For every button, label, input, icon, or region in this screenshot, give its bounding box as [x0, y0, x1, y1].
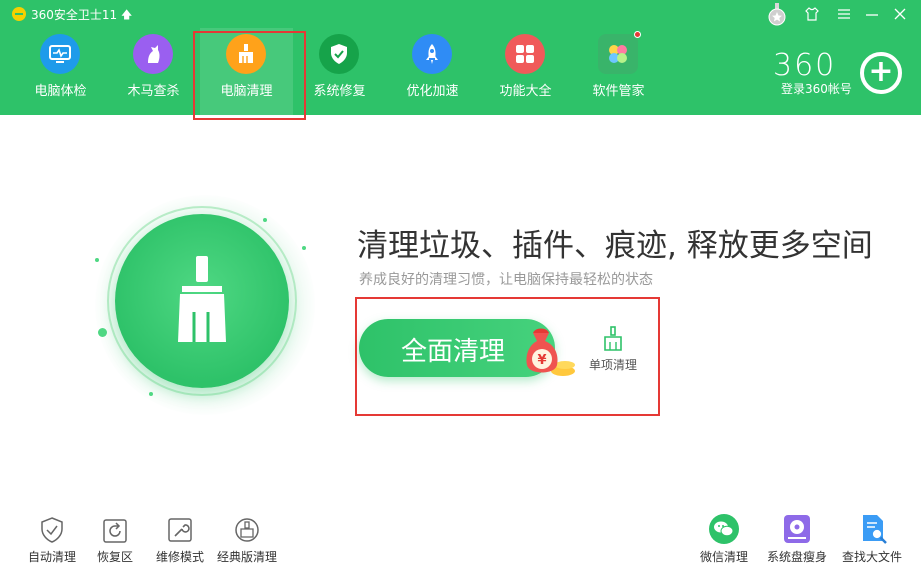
- tool-label: 恢复区: [96, 550, 133, 564]
- minimize-icon[interactable]: [861, 4, 883, 24]
- nav-label: 优化加速: [406, 84, 459, 99]
- cleanup-hero-broom-icon: [115, 214, 289, 388]
- app-logo-icon: [12, 7, 26, 21]
- nav-item-checkup[interactable]: 电脑体检: [14, 28, 107, 115]
- software-store-icon: [598, 34, 638, 74]
- nav-label: 木马查杀: [127, 84, 180, 99]
- close-icon[interactable]: [889, 4, 911, 24]
- tool-label: 维修模式: [155, 550, 204, 564]
- nav-label: 电脑体检: [34, 84, 87, 99]
- disk-icon: [784, 515, 810, 543]
- hero-subline: 养成良好的清理习惯，让电脑保持最轻松的状态: [359, 272, 653, 288]
- arrow-up-icon[interactable]: 🡅: [121, 6, 132, 25]
- plus-icon[interactable]: +: [860, 52, 902, 94]
- tool-label: 系统盘瘦身: [766, 550, 827, 564]
- decor-dot: [149, 392, 153, 396]
- nav-label: 功能大全: [499, 84, 552, 99]
- tool-auto-clean[interactable]: 自动清理: [16, 514, 88, 570]
- restore-icon: [103, 519, 127, 543]
- medal-icon[interactable]: [767, 3, 787, 27]
- brand-logo: 360: [773, 48, 837, 83]
- tool-repair-mode[interactable]: 维修模式: [144, 514, 216, 570]
- nav-item-all-features[interactable]: 功能大全: [479, 28, 572, 115]
- notification-dot: [634, 31, 641, 38]
- tool-wechat-clean[interactable]: 微信清理: [688, 514, 760, 570]
- highlight-box-action: [355, 297, 660, 416]
- monitor-pulse-icon: [40, 34, 80, 74]
- nav-label: 软件管家: [592, 84, 645, 99]
- wechat-icon: [709, 514, 739, 544]
- hero-headline: 清理垃圾、插件、痕迹, 释放更多空间: [357, 228, 873, 264]
- title-bar: 360安全卫士11 🡅: [0, 0, 921, 28]
- skin-icon[interactable]: [801, 4, 823, 24]
- classic-clean-icon: [235, 518, 259, 542]
- nav-item-software-manager[interactable]: 软件管家: [572, 28, 665, 115]
- login-link[interactable]: 登录360帐号: [781, 80, 852, 97]
- decor-dot: [95, 258, 99, 262]
- header: 360安全卫士11 🡅 电脑体检 木马查杀 电脑清理 系统修复 优化加速 功能大…: [0, 0, 921, 115]
- decor-dot: [302, 246, 306, 250]
- tool-classic-clean[interactable]: 经典版清理: [211, 514, 283, 570]
- nav-label: 系统修复: [313, 84, 366, 99]
- tool-label: 经典版清理: [216, 550, 277, 564]
- nav-item-speedup[interactable]: 优化加速: [386, 28, 479, 115]
- tool-restore[interactable]: 恢复区: [79, 514, 151, 570]
- decor-dot: [98, 328, 107, 337]
- menu-icon[interactable]: [833, 4, 855, 24]
- tool-system-disk-slim[interactable]: 系统盘瘦身: [761, 514, 833, 570]
- tool-find-large-files[interactable]: 查找大文件: [836, 514, 908, 570]
- find-file-icon: [863, 515, 887, 544]
- decor-dot: [263, 218, 267, 222]
- tool-label: 自动清理: [27, 550, 76, 564]
- nav-item-trojan-scan[interactable]: 木马查杀: [107, 28, 200, 115]
- rocket-icon: [412, 34, 452, 74]
- tool-label: 微信清理: [699, 550, 748, 564]
- wrench-icon: [168, 518, 192, 542]
- app-title: 360安全卫士11: [31, 8, 118, 22]
- tool-label: 查找大文件: [841, 550, 902, 564]
- highlight-box-nav: [193, 31, 306, 120]
- nav-item-system-repair[interactable]: 系统修复: [293, 28, 386, 115]
- shield-check-outline-icon: [41, 517, 63, 543]
- horse-icon: [133, 34, 173, 74]
- shield-check-icon: [319, 34, 359, 74]
- grid-icon: [505, 34, 545, 74]
